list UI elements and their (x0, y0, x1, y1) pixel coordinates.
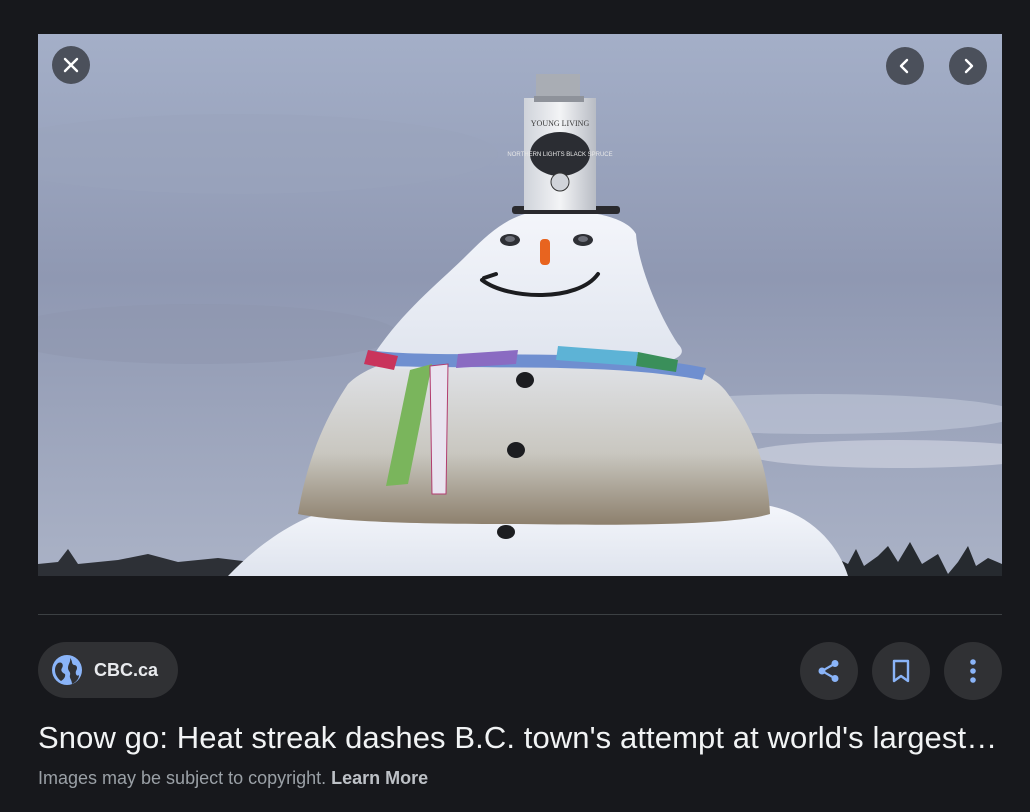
more-options-button[interactable] (944, 642, 1002, 700)
chimney-label-text: NORTHERN LIGHTS BLACK SPRUCE (507, 152, 612, 158)
share-icon (818, 660, 839, 682)
close-button[interactable] (52, 46, 90, 84)
previous-image-button[interactable] (886, 47, 924, 85)
image-title-link[interactable]: Snow go: Heat streak dashes B.C. town's … (38, 720, 1002, 756)
copyright-notice: Images may be subject to copyright. Lear… (38, 768, 428, 789)
learn-more-link[interactable]: Learn More (331, 768, 428, 789)
chimney-brand-text: YOUNG LIVING (531, 119, 590, 128)
preview-image[interactable]: YOUNG LIVING NORTHERN LIGHTS BLACK SPRUC… (38, 34, 1002, 576)
more-vert-icon (970, 659, 976, 683)
chevron-left-icon (899, 58, 909, 74)
close-icon (63, 57, 79, 73)
image-viewer-panel: YOUNG LIVING NORTHERN LIGHTS BLACK SPRUC… (0, 0, 1030, 812)
save-button[interactable] (872, 642, 930, 700)
next-image-button[interactable] (949, 47, 987, 85)
chevron-right-icon (964, 58, 974, 74)
share-button[interactable] (800, 642, 858, 700)
divider (38, 614, 1002, 615)
source-name: CBC.ca (94, 659, 159, 680)
bookmark-icon (892, 659, 910, 683)
globe-icon (50, 653, 84, 687)
copyright-text: Images may be subject to copyright. (38, 768, 327, 788)
source-link[interactable]: CBC.ca (38, 642, 179, 698)
